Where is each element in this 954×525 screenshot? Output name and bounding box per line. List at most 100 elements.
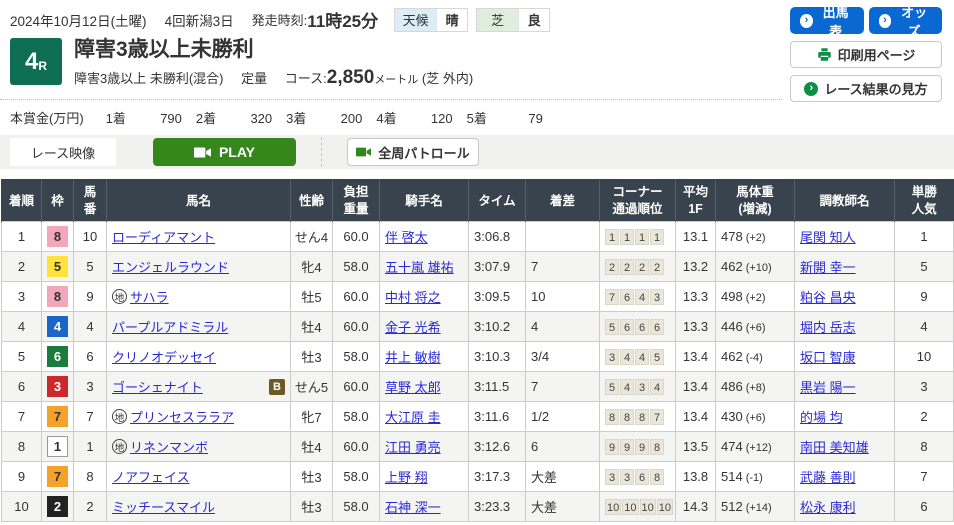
corner-position-box: 10 — [640, 499, 656, 515]
corner-position-box: 7 — [605, 289, 619, 305]
column-header: 馬 番 — [74, 180, 107, 222]
results-guide-button[interactable]: › レース結果の見方 — [790, 75, 942, 102]
jockey-link[interactable]: 大江原 圭 — [385, 410, 441, 425]
horse-weight: 478 — [721, 229, 743, 244]
trainer-link[interactable]: 尾関 知人 — [800, 230, 856, 245]
race-number-badge: 4R — [10, 38, 62, 85]
horse-weight-change: (+12) — [746, 442, 772, 454]
horse-number: 9 — [74, 282, 107, 312]
margin: 4 — [526, 312, 600, 342]
trainer-link[interactable]: 粕谷 昌央 — [800, 290, 856, 305]
jockey-link[interactable]: 五十嵐 雄祐 — [385, 260, 454, 275]
trainer-link[interactable]: 的場 均 — [800, 410, 843, 425]
horse-name-cell: ゴーシェナイト B — [107, 372, 291, 402]
play-button[interactable]: PLAY — [153, 138, 296, 166]
race-number-suffix: R — [38, 59, 47, 73]
horse-name-link[interactable]: サハラ — [130, 287, 168, 306]
horse-name-link[interactable]: パープルアドミラル — [112, 317, 228, 336]
frame-number-badge: 5 — [47, 256, 68, 277]
win-popularity: 8 — [895, 432, 954, 462]
odds-button[interactable]: › オッズ — [869, 7, 943, 34]
horse-weight-change: (+6) — [746, 412, 766, 424]
prize-item: 5着79 — [467, 108, 543, 127]
entries-button-label: 出馬表 — [818, 2, 854, 40]
print-page-button[interactable]: 印刷用ページ — [790, 41, 942, 68]
table-row: 6 3 3 ゴーシェナイト B せん5 60.0 草野 太郎 3:11.5 7 … — [2, 372, 954, 402]
trainer-link[interactable]: 堀内 岳志 — [800, 320, 856, 335]
corner-positions: 8887 — [600, 402, 676, 432]
trainer-cell: 南田 美知雄 — [795, 432, 895, 462]
meeting-day: 4回新潟3日 — [165, 10, 234, 30]
margin: 大差 — [526, 492, 600, 522]
sex-age: 牡3 — [291, 492, 333, 522]
horse-name-link[interactable]: エンジェルラウンド — [112, 257, 229, 276]
jockey-link[interactable]: 江田 勇亮 — [385, 440, 441, 455]
video-camera-icon — [194, 146, 211, 159]
corner-positions: 7643 — [600, 282, 676, 312]
horse-weight-cell: 430(+6) — [716, 402, 795, 432]
jockey-cell: 石神 深一 — [380, 492, 469, 522]
trainer-link[interactable]: 南田 美知雄 — [800, 440, 869, 455]
jockey-link[interactable]: 金子 光希 — [385, 320, 441, 335]
frame-number-badge: 1 — [47, 436, 68, 457]
trainer-cell: 松永 康利 — [795, 492, 895, 522]
trainer-link[interactable]: 松永 康利 — [800, 500, 856, 515]
horse-weight-change: (+2) — [746, 292, 766, 304]
trainer-cell: 尾関 知人 — [795, 222, 895, 252]
table-row: 2 5 5 エンジェルラウンド 牝4 58.0 五十嵐 雄祐 3:07.9 7 … — [2, 252, 954, 282]
corner-position-box: 3 — [650, 289, 664, 305]
carried-weight: 58.0 — [333, 402, 380, 432]
column-header: 馬名 — [107, 180, 291, 222]
horse-name-link[interactable]: クリノオデッセイ — [112, 347, 216, 366]
horse-name-link[interactable]: ローディアマント — [112, 227, 215, 246]
horse-weight-change: (+10) — [746, 262, 772, 274]
prize-item: 1着790 — [106, 108, 182, 127]
horse-weight-cell: 478(+2) — [716, 222, 795, 252]
trainer-link[interactable]: 黒岩 陽一 — [800, 380, 856, 395]
average-1f: 14.3 — [676, 492, 716, 522]
column-header: 調教師名 — [795, 180, 895, 222]
horse-name-cell: クリノオデッセイ — [107, 342, 291, 372]
jockey-link[interactable]: 伴 啓太 — [385, 230, 428, 245]
horse-name-link[interactable]: ノアフェイス — [112, 467, 190, 486]
play-button-label: PLAY — [219, 144, 255, 160]
frame-number-badge: 6 — [47, 346, 68, 367]
sex-age: 牝7 — [291, 402, 333, 432]
table-row: 5 6 6 クリノオデッセイ 牡3 58.0 井上 敏樹 3:10.3 3/4 … — [2, 342, 954, 372]
carried-weight: 58.0 — [333, 492, 380, 522]
jockey-link[interactable]: 石神 深一 — [385, 500, 441, 515]
finish-position: 8 — [2, 432, 42, 462]
horse-name-cell: 地 プリンセスララア — [107, 402, 291, 432]
entries-button[interactable]: › 出馬表 — [790, 7, 864, 34]
trainer-link[interactable]: 武藤 善則 — [800, 470, 856, 485]
corner-position-box: 1 — [620, 229, 634, 245]
results-guide-label: レース結果の見方 — [824, 79, 927, 98]
win-popularity: 2 — [895, 402, 954, 432]
horse-weight: 512 — [721, 499, 743, 514]
finish-position: 2 — [2, 252, 42, 282]
trainer-link[interactable]: 新開 幸一 — [800, 260, 856, 275]
average-1f: 13.3 — [676, 282, 716, 312]
video-camera-icon — [356, 146, 371, 158]
horse-weight-cell: 498(+2) — [716, 282, 795, 312]
corner-position-box: 4 — [620, 379, 634, 395]
jockey-link[interactable]: 井上 敏樹 — [385, 350, 441, 365]
horse-name-link[interactable]: プリンセスララア — [130, 407, 234, 426]
jockey-cell: 草野 太郎 — [380, 372, 469, 402]
patrol-video-button[interactable]: 全周パトロール — [347, 138, 479, 166]
finish-time: 3:17.3 — [469, 462, 526, 492]
horse-name-link[interactable]: ミッチースマイル — [112, 497, 215, 516]
weight-rule: 定量 — [241, 71, 267, 86]
trainer-link[interactable]: 坂口 智康 — [800, 350, 856, 365]
corner-position-box: 6 — [620, 319, 634, 335]
horse-name-link[interactable]: リネンマンボ — [130, 437, 208, 456]
frame-cell: 7 — [42, 462, 74, 492]
margin: 7 — [526, 372, 600, 402]
jockey-link[interactable]: 上野 翔 — [385, 470, 428, 485]
jockey-link[interactable]: 草野 太郎 — [385, 380, 441, 395]
horse-name-link[interactable]: ゴーシェナイト — [112, 377, 203, 396]
frame-cell: 5 — [42, 252, 74, 282]
corner-position-box: 4 — [635, 349, 649, 365]
jockey-link[interactable]: 中村 将之 — [385, 290, 441, 305]
horse-weight-change: (-1) — [746, 472, 763, 484]
